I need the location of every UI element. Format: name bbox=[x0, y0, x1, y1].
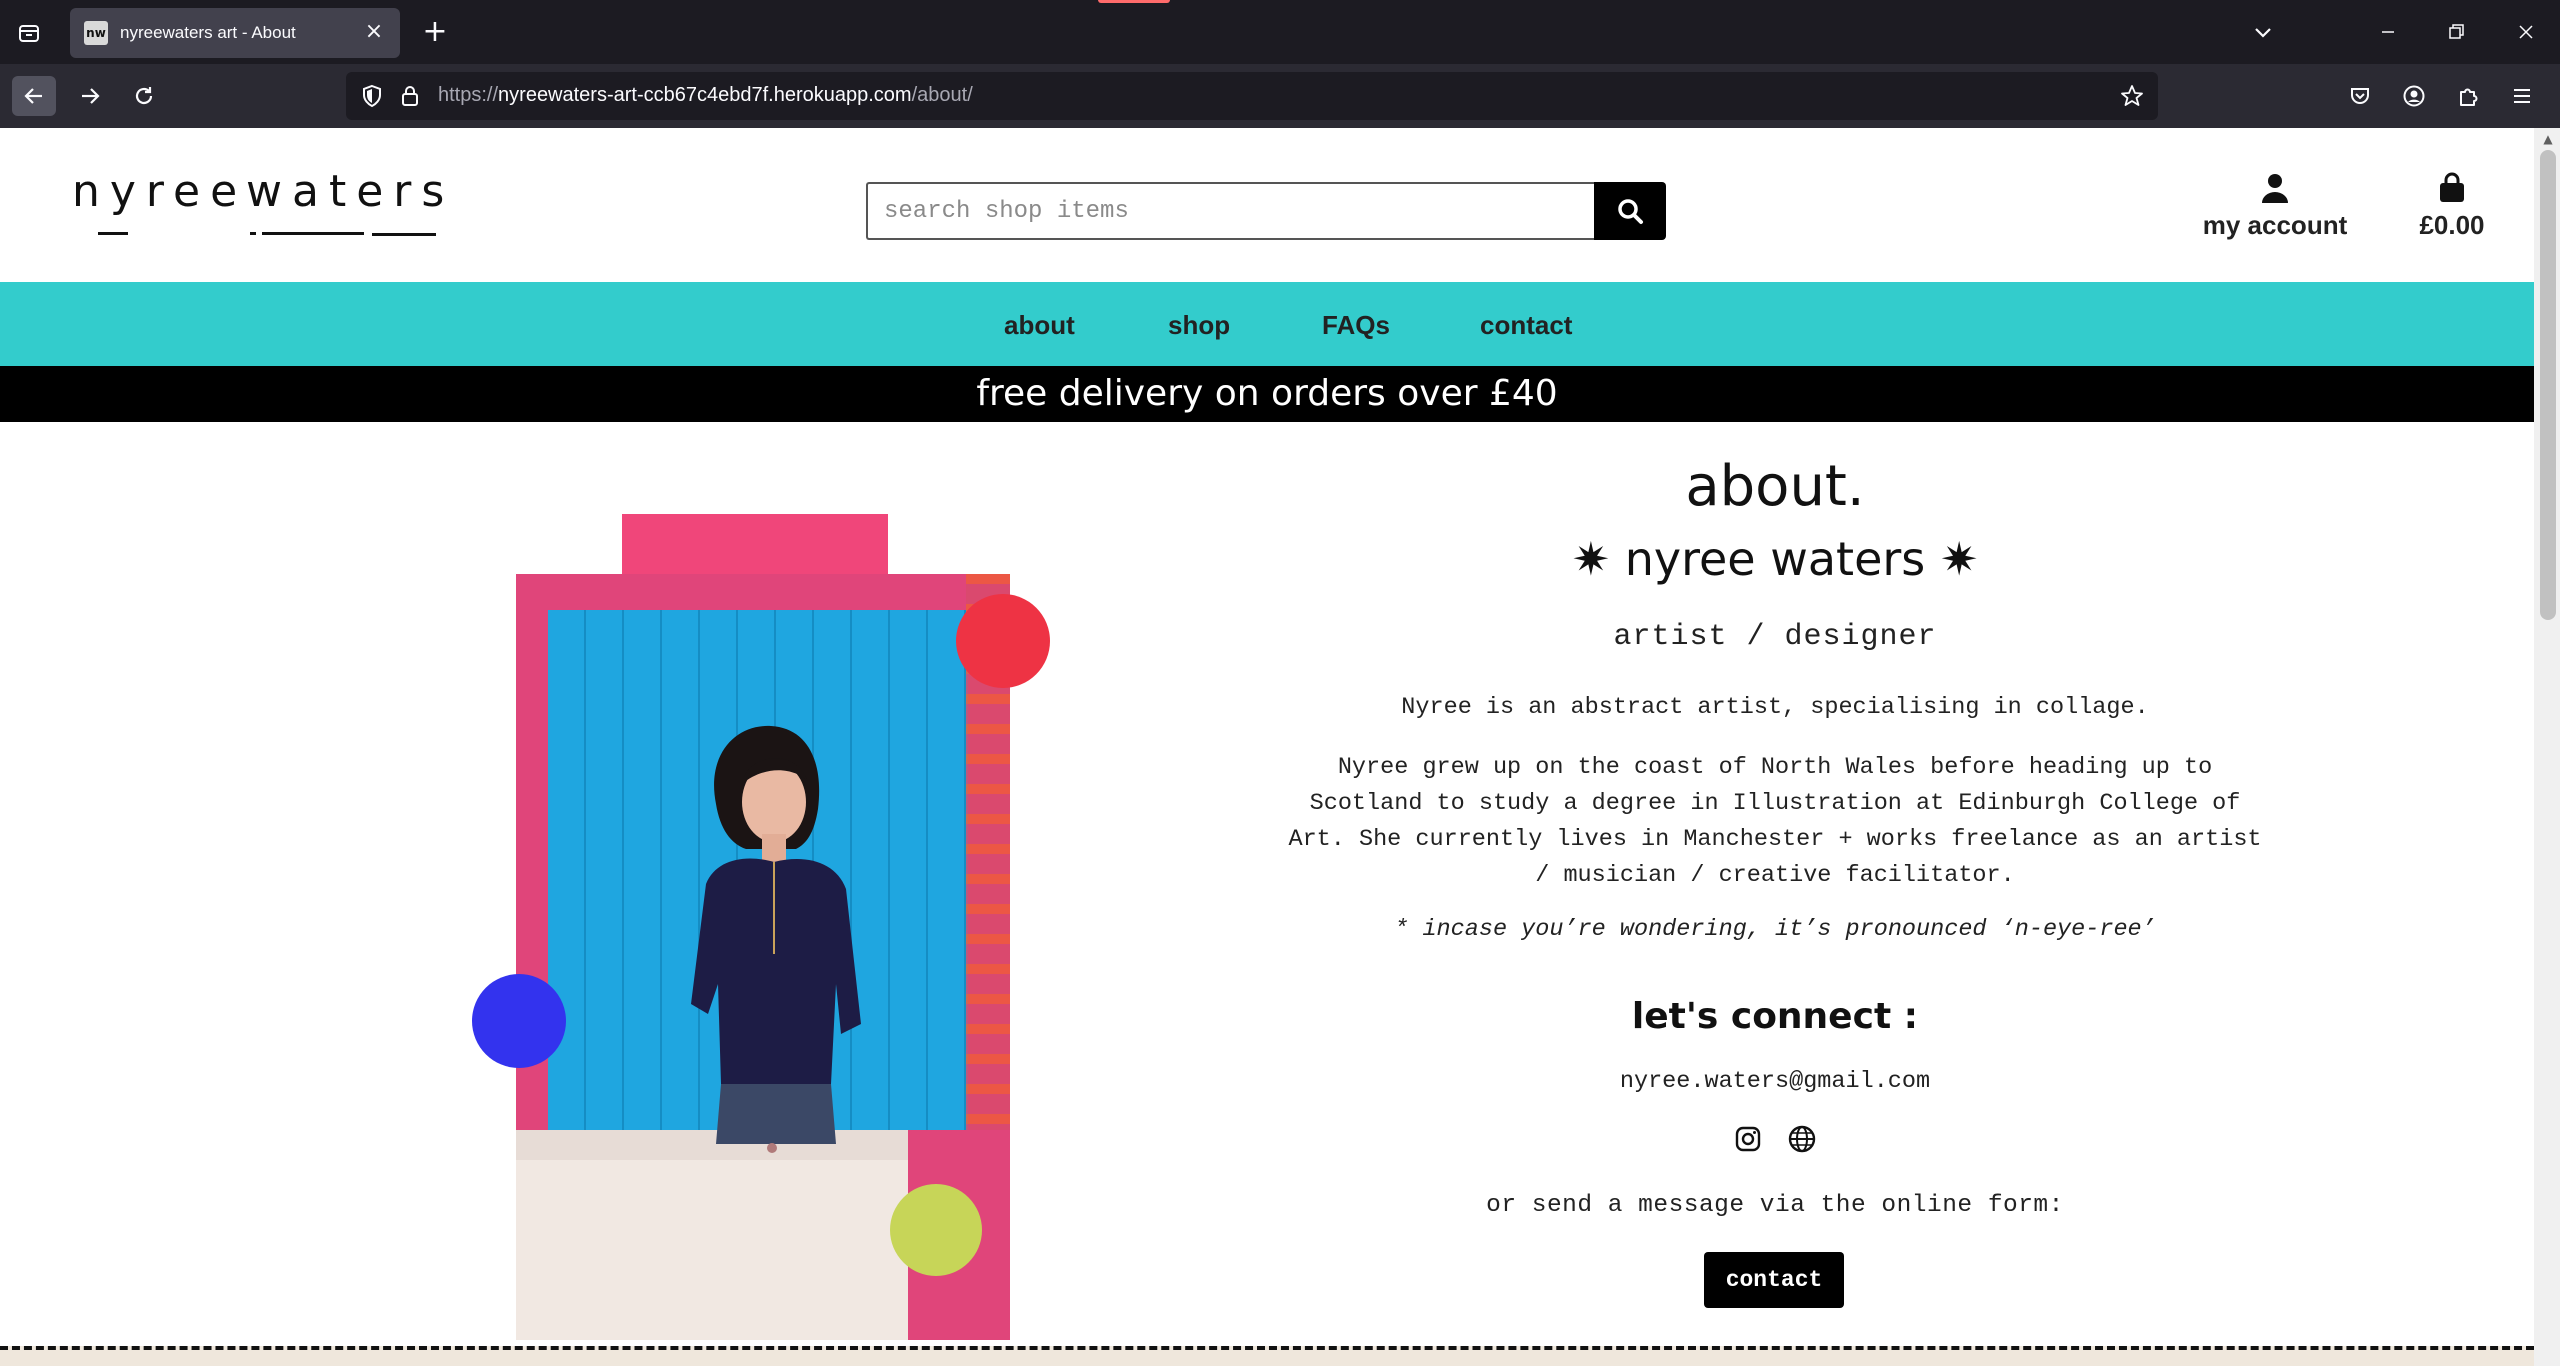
my-account-label: my account bbox=[2202, 210, 2348, 240]
intro-paragraph: Nyree is an abstract artist, specialisin… bbox=[1401, 694, 2149, 721]
favicon-icon: nw bbox=[84, 21, 108, 45]
shopping-bag-icon bbox=[2437, 172, 2467, 208]
back-button[interactable] bbox=[12, 76, 56, 116]
page-content: nyree waters my account £0.00 about shop… bbox=[0, 128, 2534, 1366]
scroll-up-arrow-icon[interactable]: ▲ bbox=[2540, 132, 2556, 146]
lock-icon[interactable] bbox=[398, 84, 422, 112]
scrollbar-thumb[interactable] bbox=[2540, 150, 2556, 620]
nav-item-about[interactable]: about bbox=[1004, 310, 1075, 341]
logo-underline bbox=[372, 233, 436, 236]
nav-item-contact[interactable]: contact bbox=[1480, 310, 1572, 341]
globe-icon[interactable] bbox=[1787, 1124, 1817, 1154]
user-icon bbox=[2259, 172, 2291, 208]
minimize-window-icon[interactable] bbox=[2368, 14, 2408, 50]
social-links bbox=[1240, 1124, 2310, 1156]
logo-underline bbox=[250, 232, 256, 235]
search-icon bbox=[1618, 199, 1643, 224]
window-latch bbox=[767, 1143, 777, 1153]
extensions-puzzle-icon[interactable] bbox=[2452, 80, 2484, 112]
new-tab-button[interactable]: + bbox=[418, 16, 452, 50]
logo-underline bbox=[262, 232, 364, 235]
artist-role: artist / designer bbox=[1613, 620, 1937, 654]
main-navigation: about shop FAQs contact bbox=[0, 282, 2534, 366]
form-prompt: or send a message via the online form: bbox=[1486, 1192, 2064, 1219]
search-form bbox=[866, 182, 1666, 240]
logo-word-waters: waters bbox=[246, 166, 455, 217]
app-menu-hamburger-icon[interactable] bbox=[2506, 80, 2538, 112]
logo-word-nyree: nyree bbox=[72, 166, 248, 217]
site-logo[interactable]: nyree waters bbox=[70, 166, 444, 236]
nav-item-shop[interactable]: shop bbox=[1168, 310, 1230, 341]
lime-dot-decoration bbox=[890, 1184, 982, 1276]
search-input[interactable] bbox=[866, 182, 1594, 240]
url-text: https://nyreewaters-art-ccb67c4ebd7f.her… bbox=[438, 84, 973, 106]
pocket-icon[interactable] bbox=[2344, 80, 2376, 112]
tab-overflow-chevron-icon[interactable] bbox=[2248, 18, 2278, 48]
list-all-tabs-icon[interactable] bbox=[12, 16, 46, 50]
artist-photo-collage bbox=[470, 458, 1070, 1340]
browser-toolbar: https://nyreewaters-art-ccb67c4ebd7f.her… bbox=[0, 64, 2560, 128]
forward-button[interactable] bbox=[68, 76, 112, 116]
browser-tab-bar: nw nyreewaters art - About × + bbox=[0, 0, 2560, 64]
restore-window-icon[interactable] bbox=[2436, 14, 2476, 50]
close-tab-icon[interactable]: × bbox=[362, 21, 386, 45]
bag-total: £0.00 bbox=[2419, 210, 2485, 240]
red-dot-decoration bbox=[956, 594, 1050, 688]
my-account-link[interactable]: my account bbox=[2190, 172, 2360, 252]
artist-figure bbox=[691, 725, 861, 1144]
url-bar[interactable]: https://nyreewaters-art-ccb67c4ebd7f.her… bbox=[346, 72, 2158, 120]
footer-top-border bbox=[0, 1346, 2534, 1366]
nav-item-faqs[interactable]: FAQs bbox=[1322, 310, 1390, 341]
logo-underline bbox=[98, 232, 128, 235]
blue-dot-decoration bbox=[472, 974, 566, 1068]
pronunciation-note: * incase you’re wondering, it’s pronounc… bbox=[1394, 916, 2156, 943]
reload-button[interactable] bbox=[122, 76, 166, 116]
email-address[interactable]: nyree.waters@gmail.com bbox=[1240, 1068, 2310, 1095]
account-circle-icon[interactable] bbox=[2398, 80, 2430, 112]
connect-heading: let's connect : bbox=[1631, 996, 1919, 1037]
bookmark-star-icon[interactable] bbox=[2120, 84, 2144, 112]
shopping-bag-link[interactable]: £0.00 bbox=[2400, 172, 2504, 252]
active-tab[interactable]: nw nyreewaters art - About × bbox=[70, 8, 400, 58]
tab-title: nyreewaters art - About bbox=[120, 23, 296, 42]
artist-name: ✷ nyree waters ✷ bbox=[1571, 532, 1979, 586]
about-heading: about. bbox=[1685, 454, 1865, 519]
delivery-banner: free delivery on orders over £40 bbox=[0, 366, 2534, 422]
sound-indicator bbox=[1098, 0, 1170, 3]
bio-paragraph: Nyree grew up on the coast of North Wale… bbox=[1288, 754, 2262, 889]
contact-button[interactable]: contact bbox=[1704, 1252, 1844, 1308]
search-button[interactable] bbox=[1594, 182, 1666, 240]
close-window-icon[interactable] bbox=[2506, 14, 2546, 50]
tracking-protection-shield-icon[interactable] bbox=[360, 84, 384, 112]
instagram-icon[interactable] bbox=[1733, 1124, 1763, 1154]
